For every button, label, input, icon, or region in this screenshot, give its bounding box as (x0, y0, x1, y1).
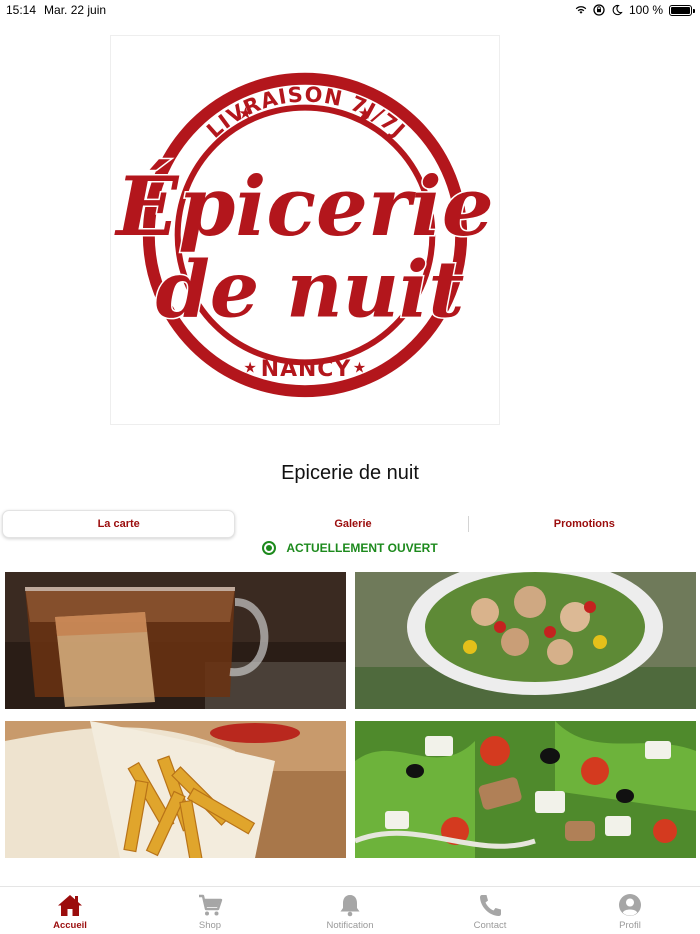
tea-photo (5, 572, 346, 709)
store-logo: LIVRAISON 7J/7J ★ ★ Épicerie de nuit NAN… (110, 35, 500, 425)
nav-label: Contact (473, 920, 507, 931)
logo-line1: Épicerie (114, 158, 494, 255)
menu-tabs: La carte Galerie Promotions (0, 510, 700, 538)
tab-label: La carte (97, 518, 140, 530)
battery-icon (669, 4, 695, 16)
status-bar: 15:14 Mar. 22 juin 100 % (0, 0, 700, 20)
open-indicator-icon (262, 541, 277, 555)
category-fries-tile[interactable] (5, 721, 346, 858)
fries-photo (5, 721, 346, 858)
cart-icon (199, 894, 223, 916)
tab-label: Promotions (553, 518, 615, 530)
profile-icon (619, 894, 641, 916)
category-tea-tile[interactable] (5, 572, 346, 709)
logo-graphic: LIVRAISON 7J/7J ★ ★ Épicerie de nuit NAN… (113, 72, 495, 398)
moon-icon (612, 4, 623, 16)
tab-promotions[interactable]: Promotions (469, 510, 700, 538)
app-screen: 15:14 Mar. 22 juin 100 % LIVRAISON 7J/7J… (0, 0, 700, 934)
logo-line2: de nuit (156, 245, 465, 336)
battery-percent: 100 % (628, 3, 663, 17)
category-chicken-salad-tile[interactable] (355, 572, 696, 709)
nav-notification[interactable]: Notification (280, 887, 420, 934)
bottom-nav: Accueil Shop Notification Contact Profil (0, 886, 700, 934)
status-time: 15:14 (6, 3, 37, 17)
tab-la-carte[interactable]: La carte (2, 510, 236, 538)
nav-label: Accueil (53, 920, 87, 931)
bell-icon (340, 895, 360, 917)
logo-star-icon: ★ (238, 106, 252, 123)
phone-icon (480, 895, 501, 916)
nav-label: Profil (619, 920, 641, 931)
nav-accueil[interactable]: Accueil (0, 887, 140, 934)
store-name: Epicerie de nuit (281, 462, 419, 484)
nav-contact[interactable]: Contact (420, 887, 560, 934)
open-status: ACTUELLEMENT OUVERT (0, 540, 700, 556)
rotation-lock-icon (593, 4, 605, 16)
home-icon (58, 895, 82, 916)
status-date: Mar. 22 juin (44, 3, 107, 17)
nav-shop[interactable]: Shop (140, 887, 280, 934)
nav-label: Shop (198, 920, 222, 931)
chicken-salad-photo (355, 572, 696, 709)
logo-bottom-text: NANCY (261, 357, 352, 382)
nav-label: Notification (326, 920, 374, 931)
mixed-salad-photo (355, 721, 696, 858)
nav-profil[interactable]: Profil (560, 887, 700, 934)
category-mixed-salad-tile[interactable] (355, 721, 696, 858)
logo-star-icon: ★ (353, 359, 366, 376)
tab-label: Galerie (334, 518, 372, 530)
wifi-icon (575, 6, 587, 14)
logo-star-icon: ★ (243, 359, 256, 376)
tab-galerie[interactable]: Galerie (237, 510, 469, 538)
open-status-text: ACTUELLEMENT OUVERT (286, 541, 438, 555)
logo-star-icon: ★ (358, 106, 372, 123)
